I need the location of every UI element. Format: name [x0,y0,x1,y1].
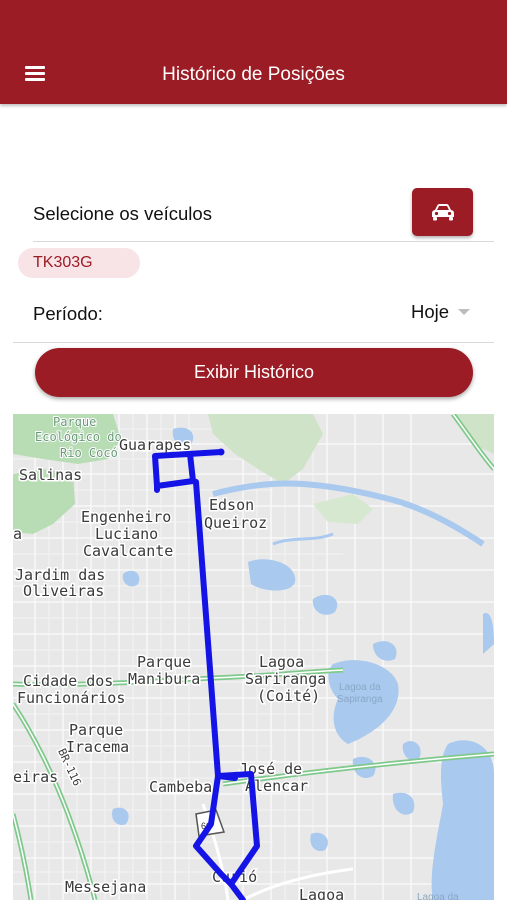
map-label: Parque [53,415,96,429]
map-label: Rio Cocó [60,446,118,460]
map-label: Queiroz [204,514,267,532]
map-label: Salinas [19,466,82,484]
map-label: (Coité) [257,687,320,705]
vehicle-chip[interactable]: TK303G [18,248,140,278]
vehicle-select-label: Selecione os veículos [33,203,212,224]
map-label: a [13,525,22,543]
map-label: Cavalcante [83,542,173,560]
map-label: Lagoa [259,653,304,671]
map-label: Funcionários [17,689,125,707]
select-vehicle-button[interactable] [412,188,473,236]
page-title: Histórico de Posições [162,64,345,85]
map[interactable]: 60 Parque Ecológico do Rio Cocó Guarapes… [13,414,494,900]
divider [33,241,494,242]
map-label: Edson [209,496,254,514]
map-label: Sapiranga [337,694,383,705]
divider [13,342,494,343]
map-label: eiras [13,768,58,786]
map-label: Sariranga [245,670,326,688]
map-label: Messejana [65,878,146,896]
period-label: Período: [33,303,103,324]
map-label: Parque [137,653,191,671]
period-select[interactable]: Hoje [411,301,449,323]
map-label: Lagoa da [339,682,381,693]
car-icon [431,204,454,221]
map-label: Engenheiro [81,508,171,526]
map-label: Guarapes [119,436,191,454]
map-label: Parque [69,721,123,739]
map-label: Oliveiras [23,582,104,600]
map-label: Ecológico do [35,430,122,444]
map-label: Lagoa [299,886,344,900]
map-label: Cambeba [149,778,212,796]
show-history-button[interactable]: Exibir Histórico [35,348,473,397]
map-label: Cidade dos [23,672,113,690]
route-start-marker [217,448,225,456]
map-label: Luciano [95,525,158,543]
map-label: Manibura [128,670,200,688]
map-label: Lagoa da [417,892,459,900]
app-bar: Histórico de Posições [0,0,507,104]
map-label: Iracema [66,738,129,756]
chevron-down-icon [458,309,470,315]
